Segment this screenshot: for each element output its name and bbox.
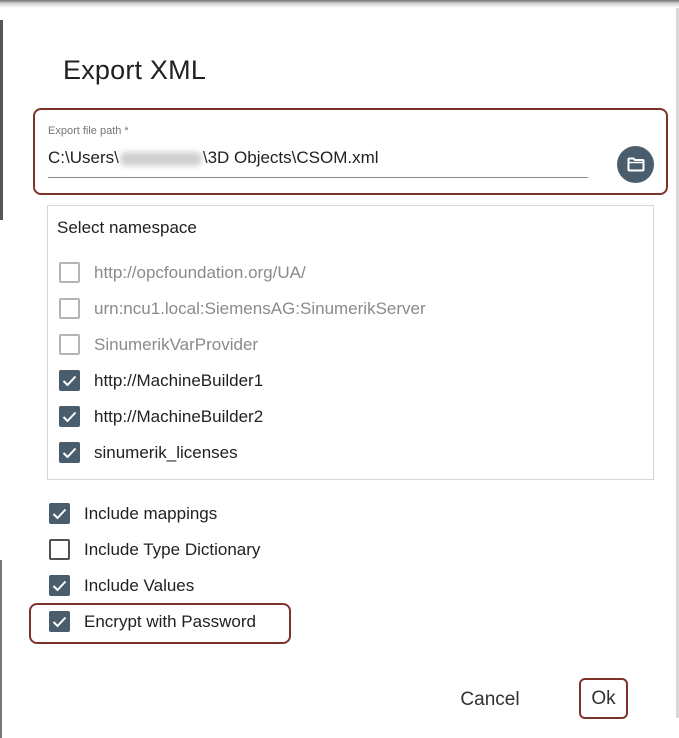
checkbox-checked[interactable]	[59, 370, 80, 391]
export-path-prefix: C:\Users\	[48, 148, 119, 167]
export-path-underline	[48, 177, 588, 178]
option-include-values[interactable]: Include Values	[49, 575, 194, 596]
namespace-item[interactable]: http://MachineBuilder2	[59, 406, 263, 427]
namespace-label: urn:ncu1.local:SiemensAG:SinumerikServer	[94, 298, 426, 318]
export-path-label: Export file path *	[48, 125, 129, 137]
namespace-item[interactable]: http://opcfoundation.org/UA/	[59, 262, 306, 283]
export-path-suffix: \3D Objects\CSOM.xml	[202, 148, 379, 167]
checkbox-checked[interactable]	[59, 406, 80, 427]
namespace-label: SinumerikVarProvider	[94, 334, 259, 354]
option-label: Encrypt with Password	[84, 611, 256, 631]
cancel-button[interactable]: Cancel	[446, 686, 534, 714]
checkbox[interactable]	[59, 334, 80, 355]
checkmark-icon	[52, 580, 67, 591]
checkmark-icon	[62, 447, 77, 458]
window-left-edge	[0, 20, 3, 220]
namespace-label: sinumerik_licenses	[94, 442, 238, 462]
checkbox[interactable]	[49, 539, 70, 560]
checkmark-icon	[62, 375, 77, 386]
export-path-field[interactable]: C:\Users\ \3D Objects\CSOM.xml	[48, 148, 379, 168]
checkbox[interactable]	[59, 298, 80, 319]
checkbox[interactable]	[59, 262, 80, 283]
checkmark-icon	[62, 411, 77, 422]
checkmark-icon	[52, 616, 67, 627]
ok-button[interactable]: Ok	[579, 678, 628, 719]
namespace-label: http://opcfoundation.org/UA/	[94, 262, 306, 282]
namespace-item[interactable]: sinumerik_licenses	[59, 442, 238, 463]
option-encrypt-with-password[interactable]: Encrypt with Password	[49, 611, 256, 632]
namespace-item[interactable]: urn:ncu1.local:SiemensAG:SinumerikServer	[59, 298, 426, 319]
option-include-type-dictionary[interactable]: Include Type Dictionary	[49, 539, 260, 560]
option-label: Include Values	[84, 575, 195, 595]
dialog-title: Export XML	[63, 55, 207, 85]
option-label: Include mappings	[84, 503, 218, 523]
namespace-item[interactable]: SinumerikVarProvider	[59, 334, 258, 355]
window-top-edge	[0, 0, 679, 8]
checkbox-checked[interactable]	[49, 611, 70, 632]
namespace-label: http://MachineBuilder1	[94, 370, 264, 390]
redacted-username	[119, 151, 202, 166]
checkmark-icon	[52, 508, 67, 519]
browse-folder-button[interactable]	[617, 146, 654, 183]
option-label: Include Type Dictionary	[84, 539, 261, 559]
window-left-edge-lower	[0, 560, 2, 738]
checkbox-checked[interactable]	[59, 442, 80, 463]
namespace-heading: Select namespace	[57, 218, 197, 237]
namespace-item[interactable]: http://MachineBuilder1	[59, 370, 263, 391]
checkbox-checked[interactable]	[49, 575, 70, 596]
folder-icon	[627, 157, 644, 172]
namespace-label: http://MachineBuilder2	[94, 406, 264, 426]
checkbox-checked[interactable]	[49, 503, 70, 524]
option-include-mappings[interactable]: Include mappings	[49, 503, 217, 524]
